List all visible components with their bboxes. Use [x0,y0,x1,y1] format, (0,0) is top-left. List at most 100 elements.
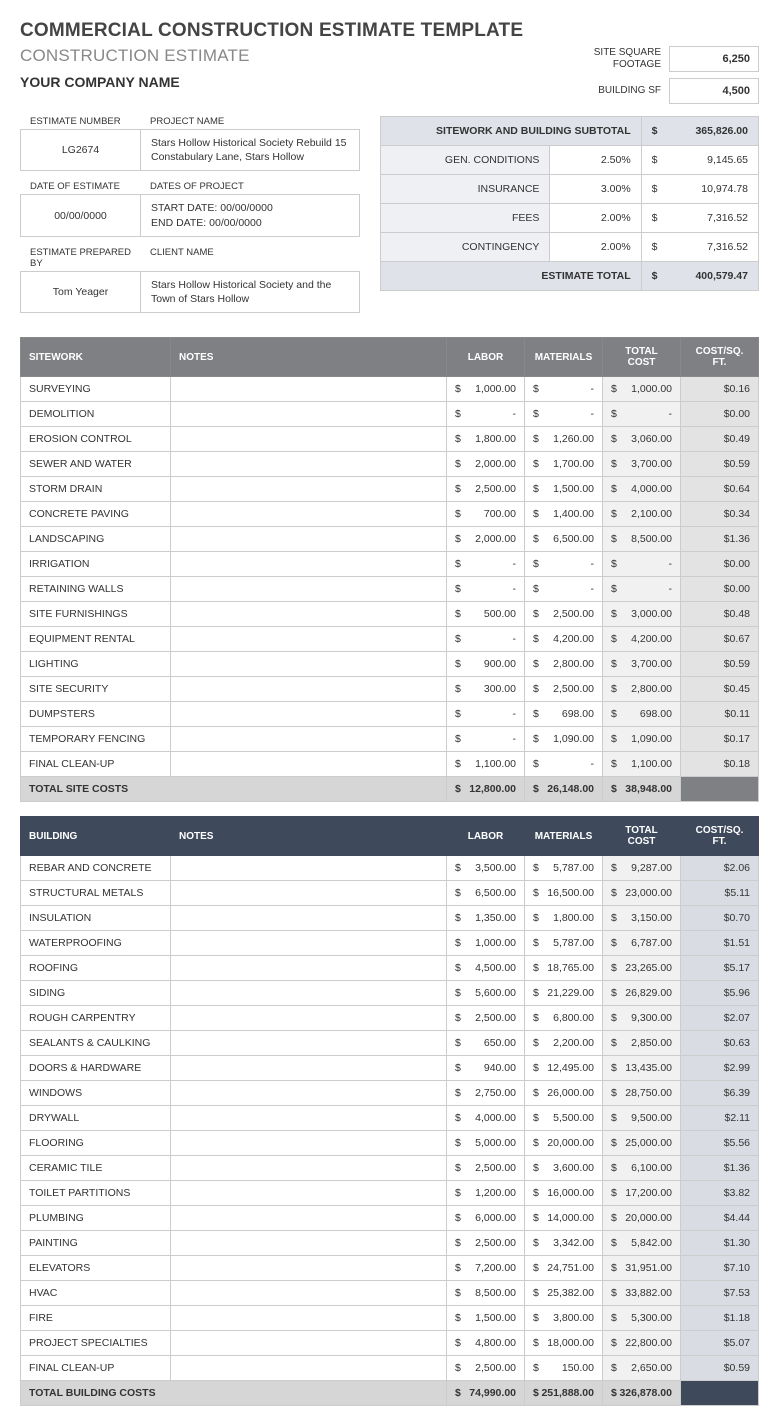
row-labor: $4,000.00 [447,1106,525,1131]
row-notes [171,856,447,881]
row-total: $- [603,577,681,602]
project-name: Stars Hollow Historical Society Rebuild … [141,130,359,170]
row-notes [171,402,447,427]
table-row: DUMPSTERS $- $698.00 $698.00 $0.11 [21,702,759,727]
row-labor: $2,000.00 [447,452,525,477]
row-materials: $18,000.00 [525,1331,603,1356]
row-materials: $12,495.00 [525,1056,603,1081]
row-labor: $2,500.00 [447,1006,525,1031]
row-total: $2,850.00 [603,1031,681,1056]
row-materials: $6,500.00 [525,527,603,552]
row-name: TOILET PARTITIONS [21,1181,171,1206]
row-sqft: $0.64 [681,477,759,502]
row-name: FIRE [21,1306,171,1331]
row-materials: $- [525,552,603,577]
table-row: EQUIPMENT RENTAL $- $4,200.00 $4,200.00 … [21,627,759,652]
row-total: $28,750.00 [603,1081,681,1106]
table-row: RETAINING WALLS $- $- $- $0.00 [21,577,759,602]
row-name: SEALANTS & CAULKING [21,1031,171,1056]
row-sqft: $0.59 [681,652,759,677]
row-labor: $650.00 [447,1031,525,1056]
row-name: INSULATION [21,906,171,931]
summary-row-label: GEN. CONDITIONS [381,146,550,175]
row-materials: $2,200.00 [525,1031,603,1056]
row-materials: $25,382.00 [525,1281,603,1306]
row-notes [171,377,447,402]
row-materials: $1,800.00 [525,906,603,931]
estimate-total-label: ESTIMATE TOTAL [381,262,642,291]
row-notes [171,1056,447,1081]
table-row: REBAR AND CONCRETE $3,500.00 $5,787.00 $… [21,856,759,881]
row-labor: $6,500.00 [447,881,525,906]
date-of-estimate-header: DATE OF ESTIMATE [20,181,140,192]
table-row: SURVEYING $1,000.00 $- $1,000.00 $0.16 [21,377,759,402]
row-sqft: $2.11 [681,1106,759,1131]
row-name: HVAC [21,1281,171,1306]
summary-row-amt: $10,974.78 [641,175,758,204]
row-materials: $5,787.00 [525,856,603,881]
notes-header: NOTES [171,338,447,377]
summary-row-amt: $9,145.65 [641,146,758,175]
row-sqft: $7.10 [681,1256,759,1281]
table-row: ROUGH CARPENTRY $2,500.00 $6,800.00 $9,3… [21,1006,759,1031]
row-materials: $- [525,577,603,602]
row-notes [171,677,447,702]
row-labor: $2,000.00 [447,527,525,552]
row-notes [171,427,447,452]
table-row: STORM DRAIN $2,500.00 $1,500.00 $4,000.0… [21,477,759,502]
row-name: LIGHTING [21,652,171,677]
row-name: TEMPORARY FENCING [21,727,171,752]
row-materials: $3,800.00 [525,1306,603,1331]
row-materials: $3,342.00 [525,1231,603,1256]
row-sqft: $0.00 [681,577,759,602]
row-total: $3,700.00 [603,452,681,477]
row-total: $2,800.00 [603,677,681,702]
row-materials: $2,800.00 [525,652,603,677]
row-sqft: $0.45 [681,677,759,702]
row-total: $9,500.00 [603,1106,681,1131]
row-materials: $5,500.00 [525,1106,603,1131]
row-sqft: $0.17 [681,727,759,752]
table-row: SEWER AND WATER $2,000.00 $1,700.00 $3,7… [21,452,759,477]
sitework-table: SITEWORK NOTES LABOR MATERIALS TOTAL COS… [20,337,759,802]
row-sqft: $0.63 [681,1031,759,1056]
row-total: $698.00 [603,702,681,727]
row-notes [171,527,447,552]
row-sqft: $0.48 [681,602,759,627]
row-notes [171,1331,447,1356]
total-labor: $74,990.00 [447,1381,525,1406]
table-total-row: TOTAL SITE COSTS $12,800.00 $26,148.00 $… [21,777,759,802]
row-materials: $2,500.00 [525,602,603,627]
summary-row-amt: $7,316.52 [641,204,758,233]
row-name: SITE SECURITY [21,677,171,702]
total-cost: $38,948.00 [603,777,681,802]
row-notes [171,1231,447,1256]
summary-row-label: FEES [381,204,550,233]
row-materials: $1,090.00 [525,727,603,752]
row-notes [171,1256,447,1281]
row-name: DUMPSTERS [21,702,171,727]
row-labor: $1,350.00 [447,906,525,931]
row-materials: $20,000.00 [525,1131,603,1156]
row-total: $5,842.00 [603,1231,681,1256]
row-name: DRYWALL [21,1106,171,1131]
row-materials: $16,000.00 [525,1181,603,1206]
row-notes [171,1156,447,1181]
total-row-name: TOTAL BUILDING COSTS [21,1381,447,1406]
estimate-total-value: 400,579.47 [695,270,748,282]
table-row: FIRE $1,500.00 $3,800.00 $5,300.00 $1.18 [21,1306,759,1331]
summary-row-pct: 3.00% [550,175,641,204]
row-materials: $26,000.00 [525,1081,603,1106]
prepared-by-header: ESTIMATE PREPARED BY [20,247,140,269]
summary-row-pct: 2.00% [550,204,641,233]
row-name: ROUGH CARPENTRY [21,1006,171,1031]
row-total: $8,500.00 [603,527,681,552]
cost-sqft-header: COST/SQ. FT. [681,338,759,377]
table-row: LANDSCAPING $2,000.00 $6,500.00 $8,500.0… [21,527,759,552]
table-row: SITE SECURITY $300.00 $2,500.00 $2,800.0… [21,677,759,702]
table-row: PROJECT SPECIALTIES $4,800.00 $18,000.00… [21,1331,759,1356]
building-table: BUILDING NOTES LABOR MATERIALS TOTAL COS… [20,816,759,1406]
row-sqft: $2.07 [681,1006,759,1031]
total-labor: $12,800.00 [447,777,525,802]
table-total-row: TOTAL BUILDING COSTS $74,990.00 $251,888… [21,1381,759,1406]
